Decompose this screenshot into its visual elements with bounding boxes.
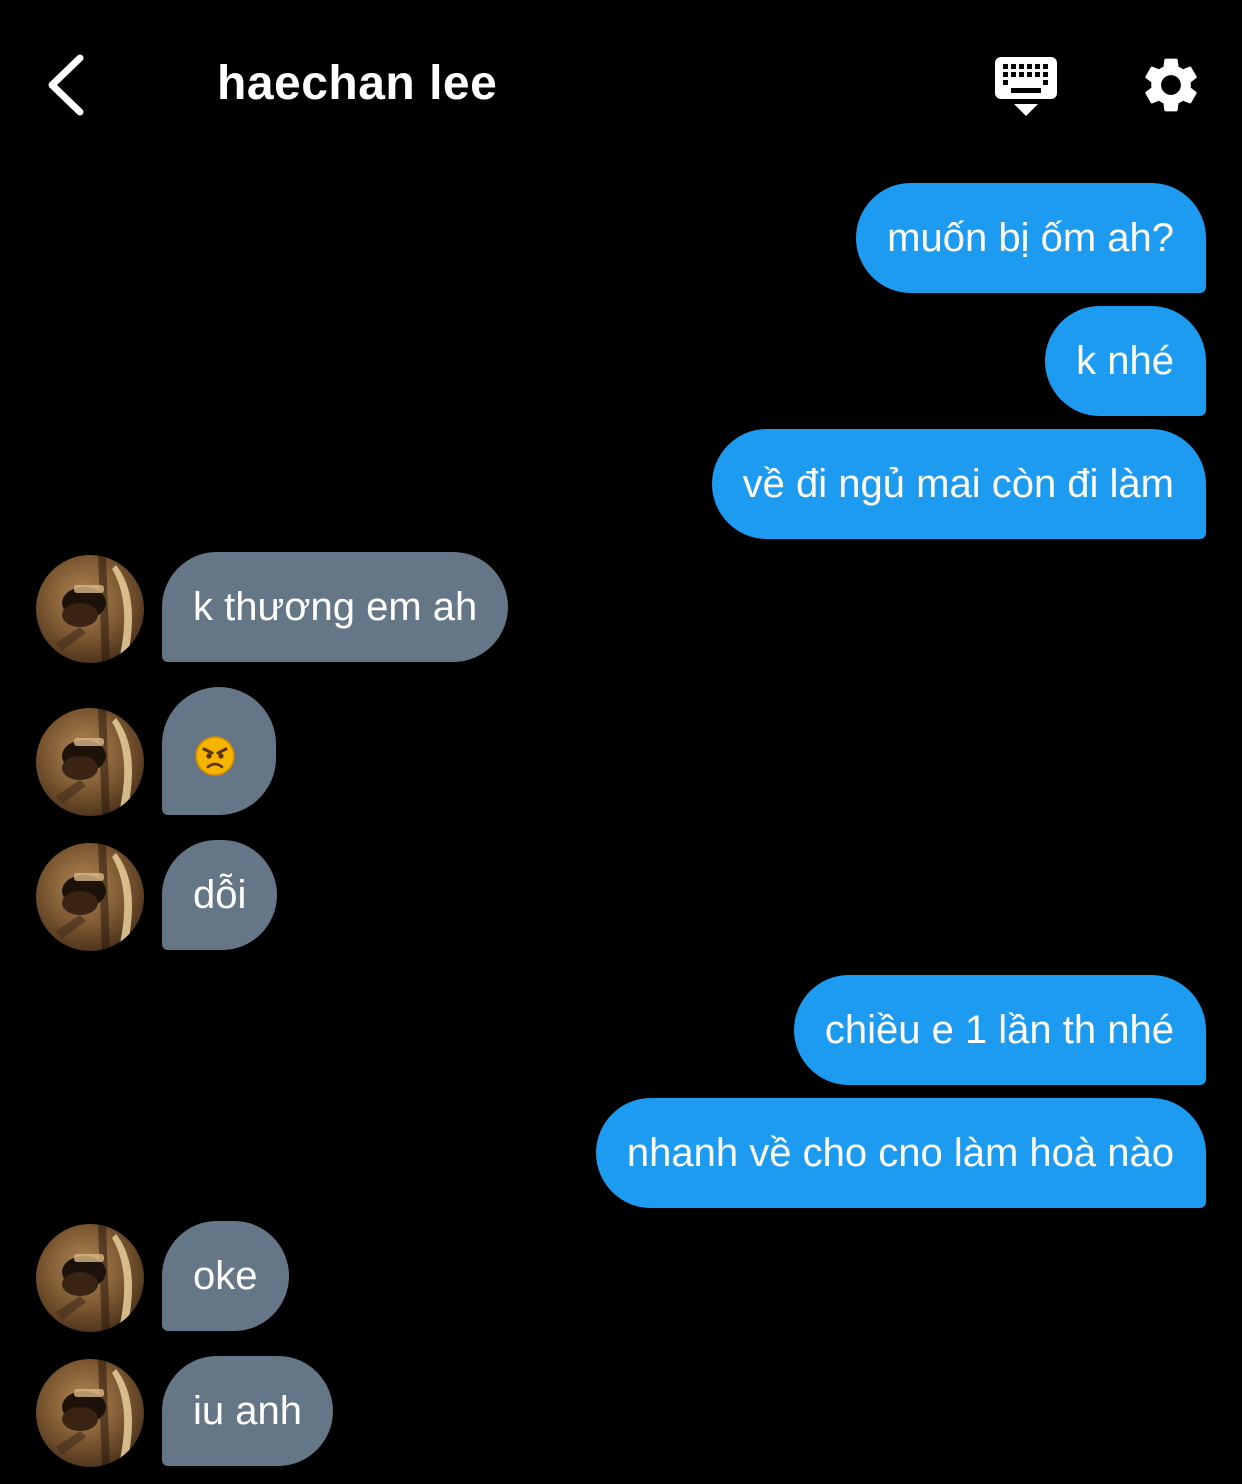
outgoing-message[interactable]: về đi ngủ mai còn đi làm xyxy=(711,429,1206,539)
incoming-message[interactable]: k thương em ah xyxy=(162,552,509,662)
incoming-message[interactable]: dỗi xyxy=(162,840,278,950)
avatar[interactable] xyxy=(36,1359,144,1467)
outgoing-message[interactable]: k nhé xyxy=(1045,306,1206,416)
avatar[interactable] xyxy=(36,1224,144,1332)
outgoing-message[interactable]: muốn bị ốm ah? xyxy=(856,183,1206,293)
keyboard-hide-button[interactable] xyxy=(992,54,1060,120)
incoming-message[interactable]: oke xyxy=(162,1221,289,1331)
avatar[interactable] xyxy=(36,843,144,951)
chat-title: haechan lee xyxy=(217,57,498,110)
chevron-left-icon xyxy=(48,54,84,116)
avatar[interactable] xyxy=(36,555,144,663)
angry-face-emoji xyxy=(195,736,235,776)
keyboard-hide-icon xyxy=(995,57,1057,116)
settings-button[interactable] xyxy=(1138,52,1204,118)
chat-header: haechan lee xyxy=(0,0,1242,170)
outgoing-message[interactable]: chiều e 1 lần th nhé xyxy=(793,975,1206,1085)
back-button[interactable] xyxy=(38,50,98,120)
avatar[interactable] xyxy=(36,708,144,816)
incoming-message[interactable]: iu anh xyxy=(162,1356,333,1466)
outgoing-message[interactable]: nhanh về cho cno làm hoà nào xyxy=(595,1098,1206,1208)
incoming-message[interactable] xyxy=(162,687,276,815)
gear-icon xyxy=(1145,58,1197,112)
